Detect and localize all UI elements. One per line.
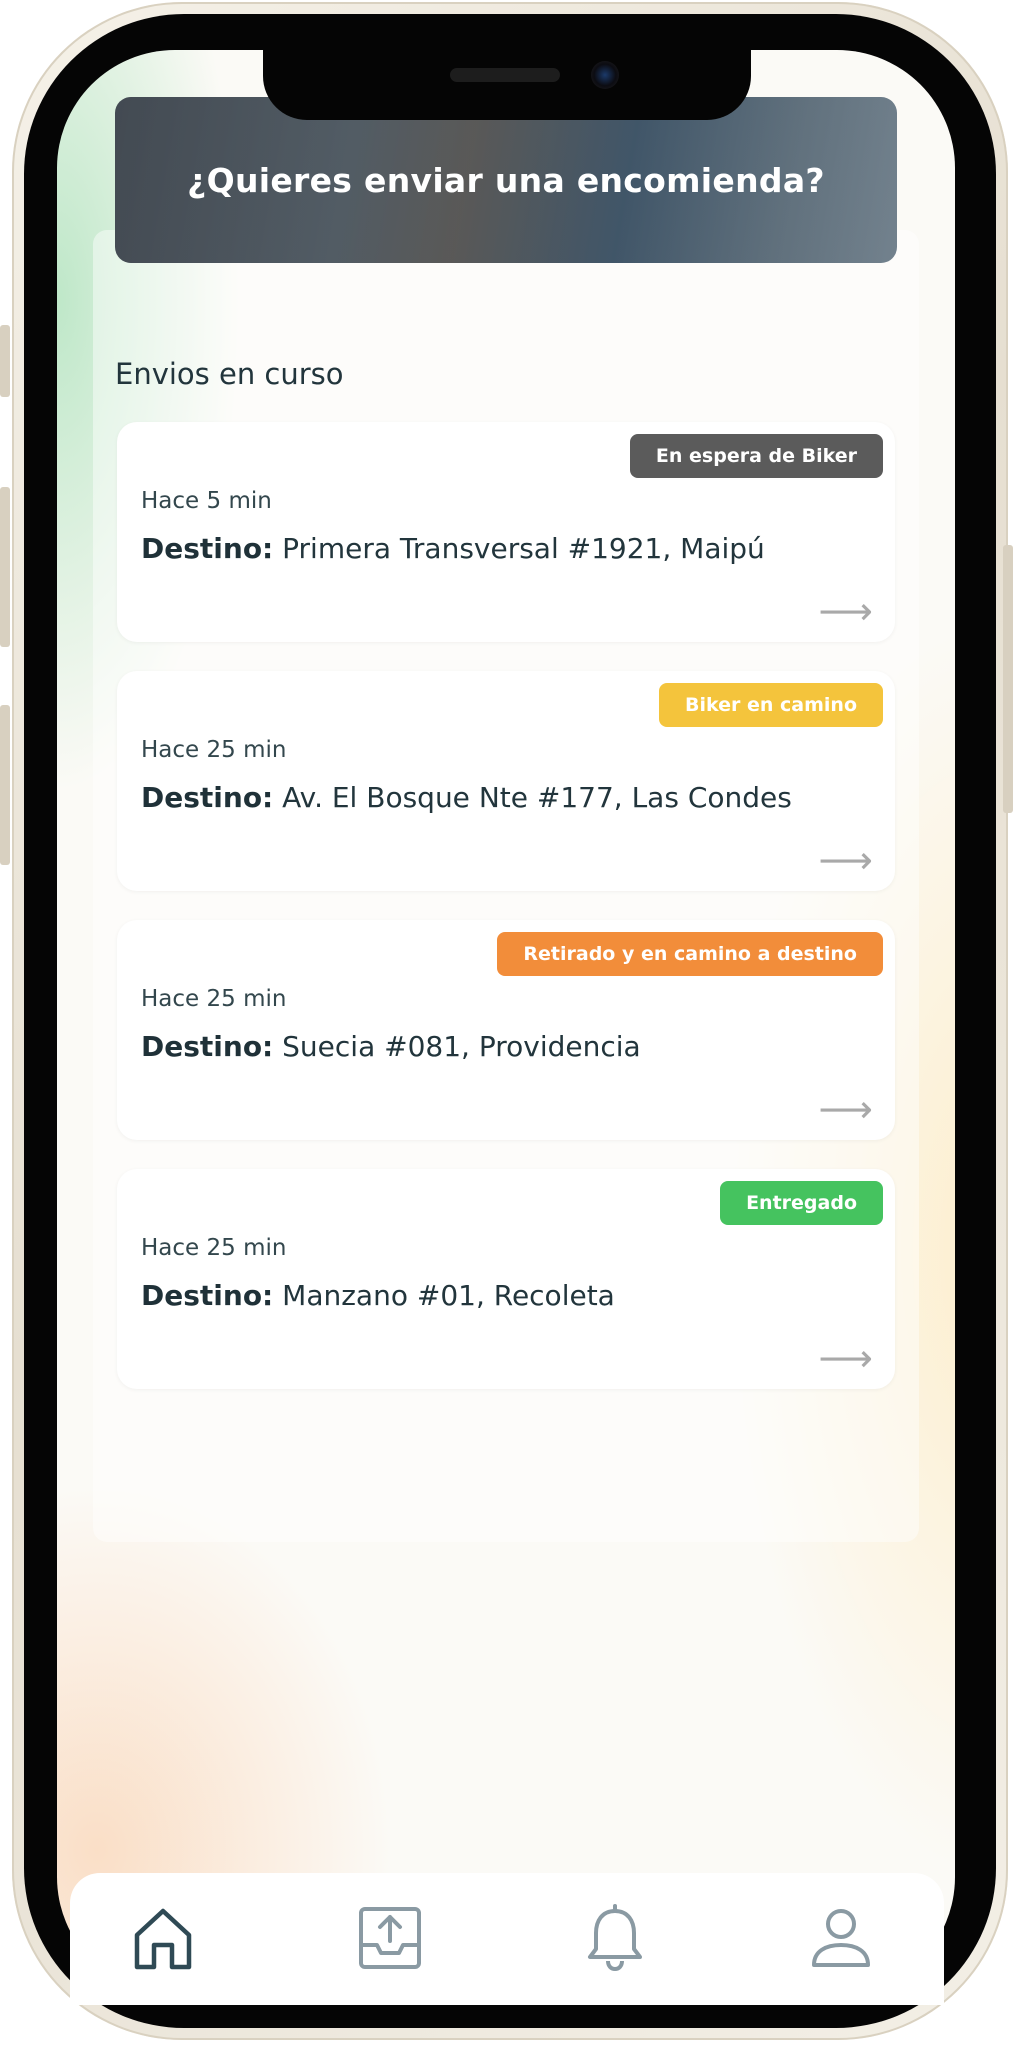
- nav-upload[interactable]: [355, 1903, 425, 1973]
- destination-label: Destino:: [141, 1279, 274, 1312]
- status-badge: En espera de Biker: [629, 434, 883, 478]
- arrow-right-icon[interactable]: ⟶: [819, 1090, 873, 1128]
- side-button-power: [1003, 545, 1013, 813]
- bell-icon: [588, 1904, 642, 1972]
- arrow-right-icon[interactable]: ⟶: [819, 1339, 873, 1377]
- shipment-card[interactable]: Biker en camino Hace 25 min Destino: Av.…: [117, 671, 895, 891]
- side-button-volume-down: [0, 705, 10, 865]
- send-package-banner[interactable]: ¿Quieres enviar una encomienda?: [115, 97, 897, 263]
- banner-title: ¿Quieres enviar una encomienda?: [187, 160, 825, 200]
- shipment-card[interactable]: Retirado y en camino a destino Hace 25 m…: [117, 920, 895, 1140]
- nav-profile[interactable]: [806, 1903, 876, 1973]
- shipment-time: Hace 5 min: [141, 488, 272, 514]
- destination-label: Destino:: [141, 1030, 274, 1063]
- nav-notifications[interactable]: [580, 1903, 650, 1973]
- shipment-destination: Destino: Suecia #081, Providencia: [141, 1030, 641, 1063]
- shipment-destination: Destino: Av. El Bosque Nte #177, Las Con…: [141, 781, 792, 814]
- destination-address: Suecia #081, Providencia: [282, 1030, 641, 1063]
- status-badge: Retirado y en camino a destino: [497, 932, 883, 976]
- destination-address: Manzano #01, Recoleta: [282, 1279, 615, 1312]
- upload-tray-icon: [359, 1907, 421, 1969]
- notch-speaker: [450, 68, 560, 82]
- user-icon: [812, 1909, 870, 1967]
- arrow-right-icon[interactable]: ⟶: [819, 841, 873, 879]
- destination-label: Destino:: [141, 781, 274, 814]
- destination-label: Destino:: [141, 532, 274, 565]
- shipment-time: Hace 25 min: [141, 986, 287, 1012]
- status-badge: Entregado: [720, 1181, 883, 1225]
- destination-address: Av. El Bosque Nte #177, Las Condes: [282, 781, 792, 814]
- shipment-card[interactable]: En espera de Biker Hace 5 min Destino: P…: [117, 422, 895, 642]
- side-button-volume-up: [0, 487, 10, 647]
- nav-home[interactable]: [128, 1903, 198, 1973]
- destination-address: Primera Transversal #1921, Maipú: [282, 532, 765, 565]
- shipment-destination: Destino: Manzano #01, Recoleta: [141, 1279, 615, 1312]
- arrow-right-icon[interactable]: ⟶: [819, 592, 873, 630]
- status-badge: Biker en camino: [659, 683, 883, 727]
- phone-notch: [263, 50, 751, 120]
- shipment-time: Hace 25 min: [141, 737, 287, 763]
- shipment-destination: Destino: Primera Transversal #1921, Maip…: [141, 532, 765, 565]
- front-camera: [591, 61, 619, 89]
- side-button-silent: [0, 325, 10, 397]
- shipment-time: Hace 25 min: [141, 1235, 287, 1261]
- home-icon: [134, 1908, 192, 1970]
- shipment-card[interactable]: Entregado Hace 25 min Destino: Manzano #…: [117, 1169, 895, 1389]
- section-title: Envios en curso: [115, 357, 344, 391]
